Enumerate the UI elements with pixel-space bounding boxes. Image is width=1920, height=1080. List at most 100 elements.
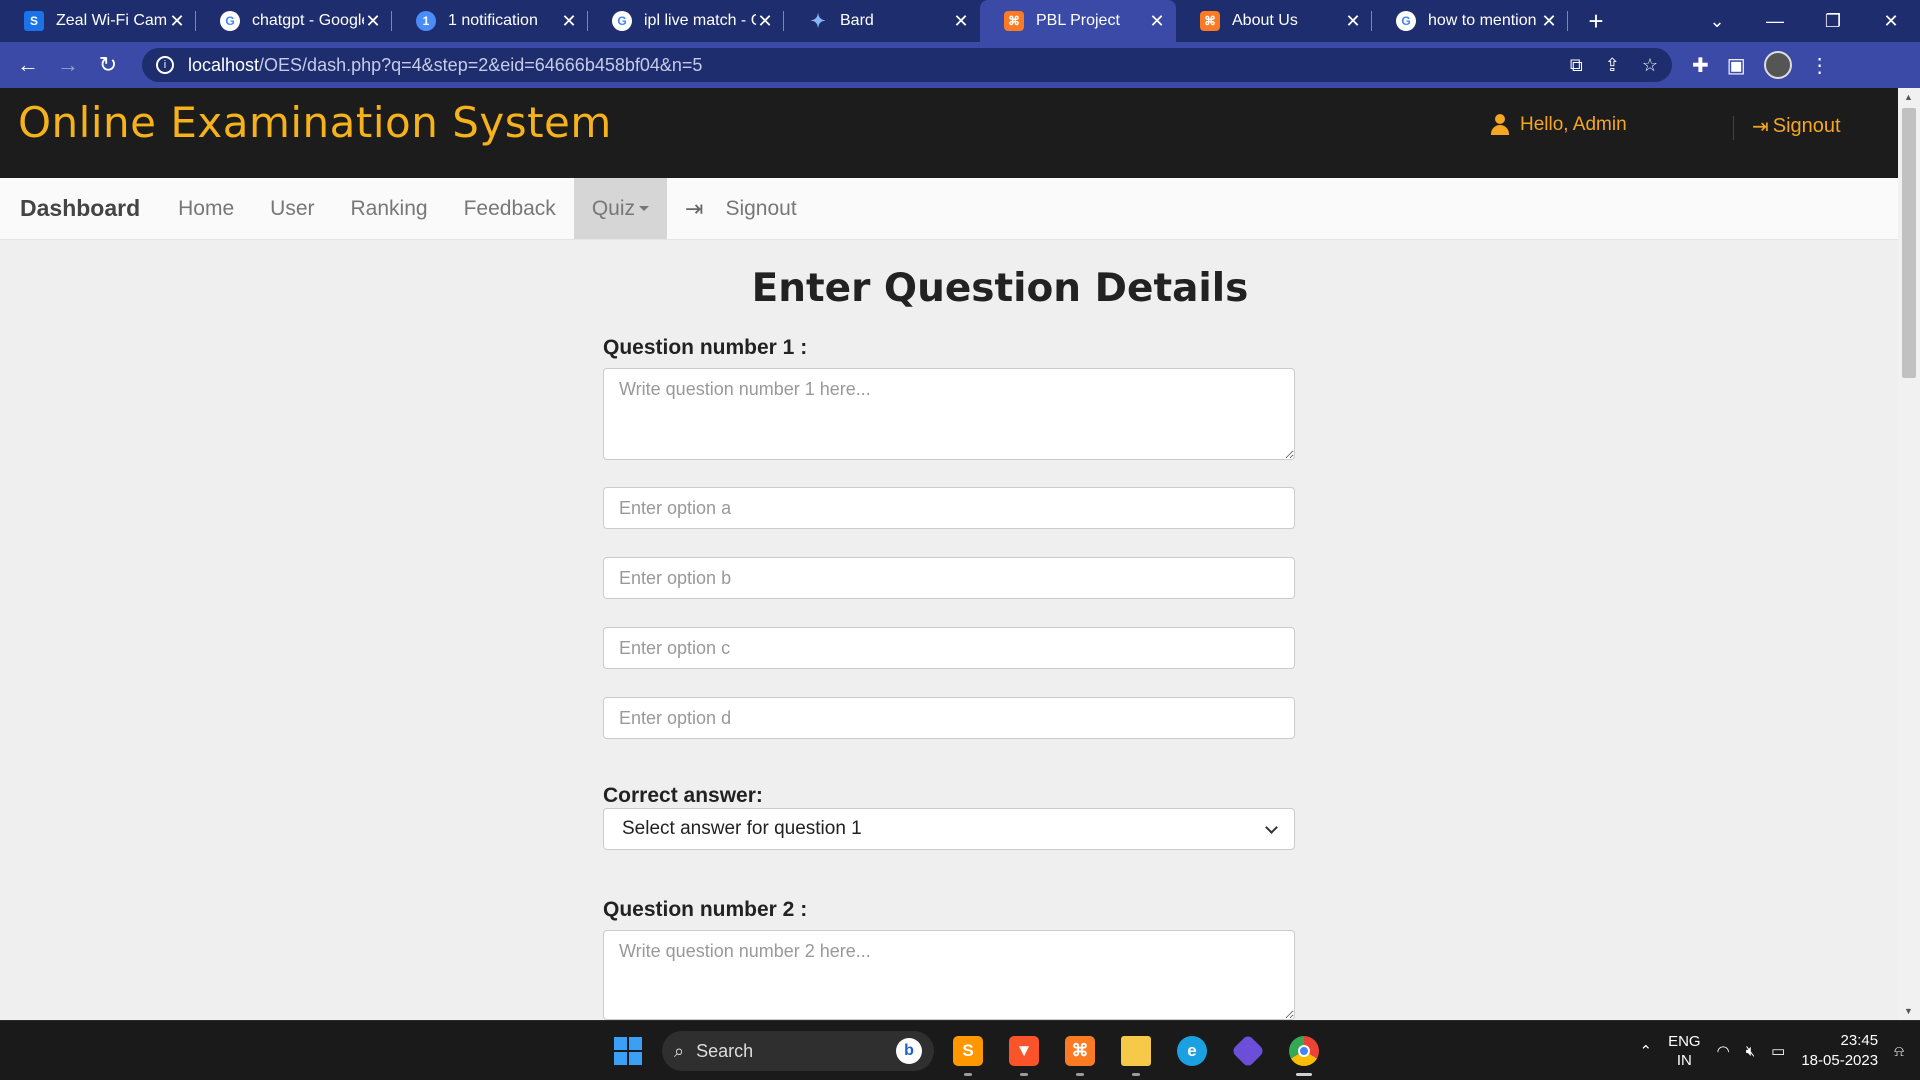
side-panel-icon[interactable]: ▣ bbox=[1727, 53, 1746, 78]
clock-date: 18-05-2023 bbox=[1801, 1052, 1879, 1069]
site-header: Online Examination System Hello, Admin ⇥… bbox=[0, 88, 1898, 178]
scroll-up-arrow-icon[interactable]: ▲ bbox=[1904, 92, 1913, 102]
google-icon: G bbox=[220, 11, 240, 31]
browser-tab[interactable]: G chatgpt - Google Search ✕ bbox=[196, 0, 392, 42]
browser-tab[interactable]: G how to mention tabs ✕ bbox=[1372, 0, 1568, 42]
taskbar-app-xampp[interactable]: ⌘ bbox=[1058, 1029, 1102, 1076]
taskbar-app-file-explorer[interactable] bbox=[1114, 1029, 1158, 1076]
bing-icon[interactable]: b bbox=[896, 1038, 922, 1064]
page-title: Enter Question Details bbox=[751, 266, 1249, 311]
extensions-puzzle-icon[interactable]: ✚ bbox=[1692, 53, 1709, 78]
close-icon[interactable]: ✕ bbox=[560, 11, 578, 32]
nav-item-quiz-dropdown[interactable]: Quiz bbox=[573, 178, 667, 239]
main-navbar: Dashboard Home User Ranking Feedback Qui… bbox=[0, 178, 1898, 240]
close-icon[interactable]: ✕ bbox=[952, 11, 970, 32]
minimize-icon[interactable]: — bbox=[1746, 11, 1804, 32]
user-icon bbox=[1490, 114, 1510, 136]
browser-tab-active[interactable]: ⌘ PBL Project ✕ bbox=[980, 0, 1176, 42]
sublime-text-icon: S bbox=[953, 1036, 983, 1066]
share-icon[interactable]: ⇪ bbox=[1605, 55, 1620, 76]
bookmark-star-icon[interactable]: ☆ bbox=[1642, 55, 1658, 76]
option-c-input[interactable] bbox=[603, 627, 1295, 669]
search-icon: ⌕ bbox=[674, 1040, 685, 1061]
start-button[interactable] bbox=[606, 1029, 650, 1073]
correct-answer-value: Select answer for question 1 bbox=[622, 818, 862, 839]
s-favicon-icon: S bbox=[24, 11, 44, 31]
page-scrollbar[interactable]: ▲ ▼ bbox=[1898, 88, 1920, 1020]
reload-icon[interactable]: ↻ bbox=[88, 45, 128, 85]
tab-search-chevron-icon[interactable]: ⌄ bbox=[1688, 11, 1746, 32]
restore-icon[interactable]: ❐ bbox=[1804, 11, 1862, 32]
windows-taskbar: ⌕ Search b S ▼ ⌘ e ⌃ ENG IN ◠ 🔇︎ ▭ 23:45… bbox=[0, 1020, 1920, 1080]
chevron-up-icon[interactable]: ⌃ bbox=[1640, 1042, 1653, 1060]
speaker-muted-icon[interactable]: 🔇︎ bbox=[1746, 1043, 1755, 1060]
battery-icon[interactable]: ▭ bbox=[1771, 1042, 1785, 1060]
nav-item-feedback[interactable]: Feedback bbox=[446, 178, 574, 239]
region-code: IN bbox=[1676, 1052, 1692, 1069]
brave-browser-icon: ▼ bbox=[1009, 1036, 1039, 1066]
scroll-down-arrow-icon[interactable]: ▼ bbox=[1904, 1006, 1913, 1016]
option-a-input[interactable] bbox=[603, 487, 1295, 529]
taskbar-app-copilot[interactable] bbox=[1226, 1029, 1270, 1073]
nav-item-home[interactable]: Home bbox=[160, 178, 252, 239]
close-window-icon[interactable]: ✕ bbox=[1862, 11, 1920, 32]
nav-brand-dashboard[interactable]: Dashboard bbox=[0, 178, 160, 239]
url-host: localhost bbox=[188, 54, 260, 75]
taskbar-search-box[interactable]: ⌕ Search b bbox=[662, 1031, 934, 1071]
browser-tab[interactable]: S Zeal Wi-Fi Campus ✕ bbox=[0, 0, 196, 42]
tab-title: Bard bbox=[840, 12, 874, 29]
taskbar-app-sublime[interactable]: S bbox=[946, 1029, 990, 1076]
system-tray: ⌃ ENG IN ◠ 🔇︎ ▭ 23:45 18-05-2023 ⍾ bbox=[1640, 1029, 1905, 1073]
site-info-icon[interactable]: i bbox=[156, 56, 174, 74]
close-icon[interactable]: ✕ bbox=[1344, 11, 1362, 32]
logout-icon: ⇥ bbox=[685, 195, 704, 221]
header-signout-label: Signout bbox=[1772, 115, 1841, 137]
bard-sparkle-icon: ✦ bbox=[810, 10, 826, 31]
correct-answer-select[interactable]: Select answer for question 1 bbox=[603, 808, 1295, 850]
site-title: Online Examination System bbox=[18, 98, 612, 147]
copilot-icon bbox=[1231, 1034, 1265, 1068]
browser-tab[interactable]: 1 1 notification ✕ bbox=[392, 0, 588, 42]
tab-title: how to mention tabs bbox=[1428, 12, 1540, 29]
close-icon[interactable]: ✕ bbox=[168, 11, 186, 32]
close-icon[interactable]: ✕ bbox=[1540, 11, 1558, 32]
back-arrow-icon[interactable]: ← bbox=[8, 45, 48, 85]
nav-quiz-label: Quiz bbox=[591, 196, 635, 220]
notification-bell-icon[interactable]: ⍾ bbox=[1894, 1043, 1904, 1060]
forward-arrow-icon[interactable]: → bbox=[48, 45, 88, 85]
browser-tab-strip: S Zeal Wi-Fi Campus ✕ G chatgpt - Google… bbox=[0, 0, 1920, 42]
close-icon[interactable]: ✕ bbox=[1148, 11, 1166, 32]
browser-tab[interactable]: ✦ Bard ✕ bbox=[784, 0, 980, 42]
header-signout-link[interactable]: ⇥ Signout bbox=[1752, 114, 1841, 139]
clock[interactable]: 23:45 18-05-2023 bbox=[1801, 1031, 1878, 1071]
wifi-icon[interactable]: ◠ bbox=[1717, 1042, 1730, 1060]
tab-title: ipl live match - Google Search bbox=[644, 12, 756, 29]
close-icon[interactable]: ✕ bbox=[364, 11, 382, 32]
language-indicator[interactable]: ENG IN bbox=[1668, 1032, 1701, 1070]
taskbar-search-label: Search bbox=[696, 1040, 754, 1061]
address-bar[interactable]: i localhost/OES/dash.php?q=4&step=2&eid=… bbox=[142, 48, 1672, 82]
tab-title: About Us bbox=[1232, 12, 1298, 29]
nav-item-user[interactable]: User bbox=[252, 178, 332, 239]
clock-time: 23:45 bbox=[1840, 1032, 1879, 1049]
notification-badge-icon: 1 bbox=[416, 11, 436, 31]
tab-title: 1 notification bbox=[448, 12, 538, 29]
question-2-textarea[interactable] bbox=[603, 930, 1295, 1020]
taskbar-app-edge[interactable]: e bbox=[1170, 1029, 1214, 1073]
close-icon[interactable]: ✕ bbox=[756, 11, 774, 32]
option-d-input[interactable] bbox=[603, 697, 1295, 739]
nav-item-ranking[interactable]: Ranking bbox=[333, 178, 446, 239]
taskbar-app-chrome[interactable] bbox=[1282, 1029, 1326, 1076]
scrollbar-thumb[interactable] bbox=[1902, 108, 1916, 378]
taskbar-app-brave[interactable]: ▼ bbox=[1002, 1029, 1046, 1076]
edge-browser-icon: e bbox=[1177, 1036, 1207, 1066]
browser-tab[interactable]: G ipl live match - Google Search ✕ bbox=[588, 0, 784, 42]
nav-item-signout[interactable]: ⇥ Signout bbox=[667, 178, 815, 239]
browser-tab[interactable]: ⌘ About Us ✕ bbox=[1176, 0, 1372, 42]
question-1-textarea[interactable] bbox=[603, 368, 1295, 460]
profile-avatar[interactable] bbox=[1763, 51, 1792, 79]
option-b-input[interactable] bbox=[603, 557, 1295, 599]
kebab-menu-icon[interactable]: ⋮ bbox=[1810, 53, 1830, 78]
new-tab-plus-icon[interactable]: + bbox=[1568, 0, 1624, 42]
translate-icon[interactable]: ⧉ bbox=[1570, 55, 1583, 76]
